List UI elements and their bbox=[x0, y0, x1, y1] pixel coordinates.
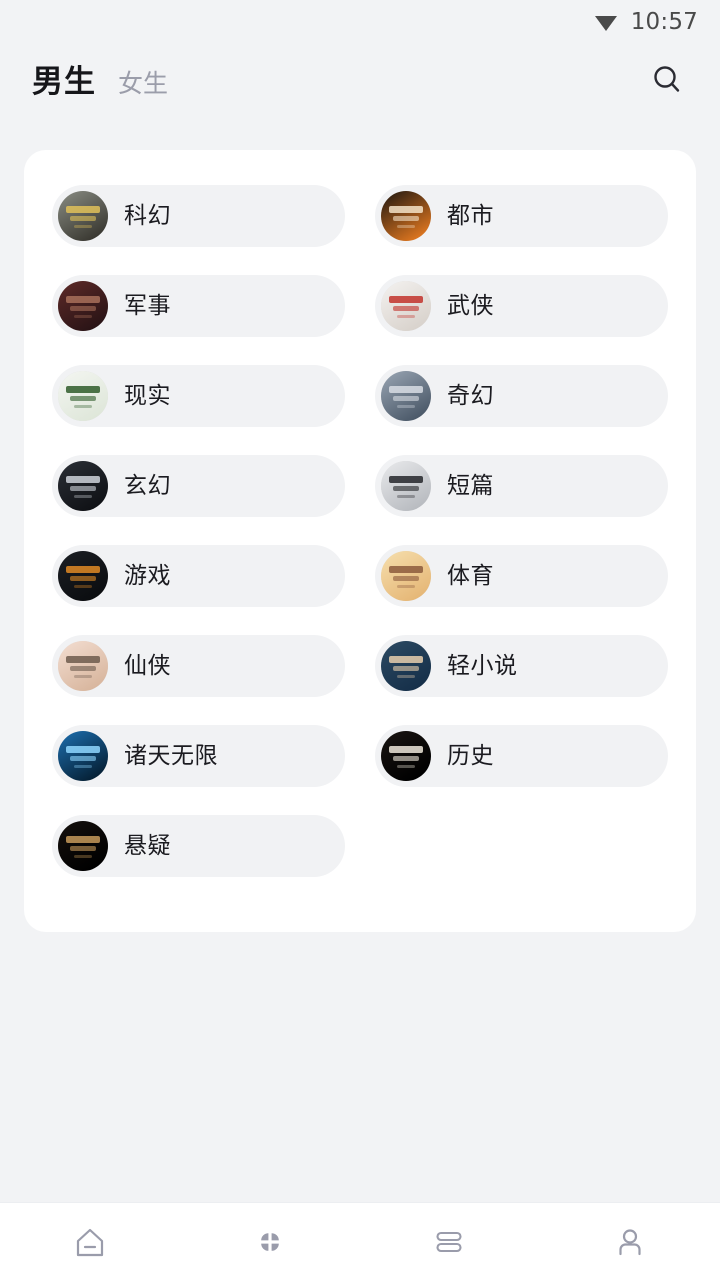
urban-cover bbox=[381, 191, 431, 241]
category-item[interactable]: 科幻 bbox=[52, 185, 345, 247]
category-item[interactable]: 游戏 bbox=[52, 545, 345, 607]
category-item[interactable]: 现实 bbox=[52, 365, 345, 427]
category-label: 历史 bbox=[447, 742, 494, 769]
category-label: 军事 bbox=[124, 292, 171, 319]
status-bar-time: 10:57 bbox=[630, 9, 698, 35]
person-icon bbox=[610, 1222, 650, 1262]
realism-cover bbox=[58, 371, 108, 421]
nav-item-bookshelf[interactable] bbox=[360, 1203, 540, 1280]
light-novel-cover bbox=[381, 641, 431, 691]
xuanhuan-cover bbox=[58, 461, 108, 511]
page-header: 男生 女生 bbox=[0, 46, 720, 118]
category-label: 玄幻 bbox=[124, 472, 171, 499]
game-cover bbox=[58, 551, 108, 601]
home-icon bbox=[70, 1222, 110, 1262]
wifi-icon bbox=[593, 10, 619, 34]
military-cover bbox=[58, 281, 108, 331]
category-label: 现实 bbox=[124, 382, 171, 409]
nav-item-discover[interactable] bbox=[180, 1203, 360, 1280]
zhutian-cover bbox=[58, 731, 108, 781]
clover-icon bbox=[250, 1222, 290, 1262]
nav-item-profile[interactable] bbox=[540, 1203, 720, 1280]
category-label: 悬疑 bbox=[124, 832, 171, 859]
fantasy-cover bbox=[381, 371, 431, 421]
xianxia-cover bbox=[58, 641, 108, 691]
tab-female[interactable]: 女生 bbox=[118, 71, 168, 96]
sci-fi-cover bbox=[58, 191, 108, 241]
tab-male[interactable]: 男生 bbox=[32, 66, 96, 98]
category-label: 奇幻 bbox=[447, 382, 494, 409]
nav-item-home[interactable] bbox=[0, 1203, 180, 1280]
category-label: 体育 bbox=[447, 562, 494, 589]
category-card: 科幻 都市军事 武侠现实 奇幻玄幻 短篇游戏 体育仙侠 轻小说诸天无限 历史悬疑 bbox=[24, 150, 696, 932]
category-label: 短篇 bbox=[447, 472, 494, 499]
category-item[interactable]: 体育 bbox=[375, 545, 668, 607]
category-item[interactable]: 悬疑 bbox=[52, 815, 345, 877]
category-item[interactable]: 诸天无限 bbox=[52, 725, 345, 787]
status-bar: 10:57 bbox=[0, 0, 720, 44]
category-item[interactable]: 军事 bbox=[52, 275, 345, 337]
search-icon bbox=[650, 63, 684, 101]
category-label: 游戏 bbox=[124, 562, 171, 589]
bookshelf-icon bbox=[430, 1222, 470, 1262]
category-item[interactable]: 奇幻 bbox=[375, 365, 668, 427]
category-label: 武侠 bbox=[447, 292, 494, 319]
category-label: 科幻 bbox=[124, 202, 171, 229]
category-item[interactable]: 玄幻 bbox=[52, 455, 345, 517]
gender-tabs: 男生 女生 bbox=[32, 66, 168, 98]
search-button[interactable] bbox=[644, 59, 690, 105]
category-label: 都市 bbox=[447, 202, 494, 229]
category-label: 轻小说 bbox=[447, 652, 518, 679]
suspense-cover bbox=[58, 821, 108, 871]
category-item[interactable]: 武侠 bbox=[375, 275, 668, 337]
history-cover bbox=[381, 731, 431, 781]
category-label: 仙侠 bbox=[124, 652, 171, 679]
category-item[interactable]: 历史 bbox=[375, 725, 668, 787]
category-item[interactable]: 仙侠 bbox=[52, 635, 345, 697]
short-story-cover bbox=[381, 461, 431, 511]
category-item[interactable]: 短篇 bbox=[375, 455, 668, 517]
category-grid: 科幻 都市军事 武侠现实 奇幻玄幻 短篇游戏 体育仙侠 轻小说诸天无限 历史悬疑 bbox=[52, 185, 668, 877]
category-label: 诸天无限 bbox=[124, 742, 218, 769]
sports-cover bbox=[381, 551, 431, 601]
category-item[interactable]: 都市 bbox=[375, 185, 668, 247]
bottom-navigation bbox=[0, 1202, 720, 1280]
app-screen: 10:57 男生 女生 科幻 都市军事 武侠现实 奇幻玄幻 短篇游戏 体育仙侠 轻小说诸天无… bbox=[0, 0, 720, 1280]
wuxia-cover bbox=[381, 281, 431, 331]
category-item[interactable]: 轻小说 bbox=[375, 635, 668, 697]
